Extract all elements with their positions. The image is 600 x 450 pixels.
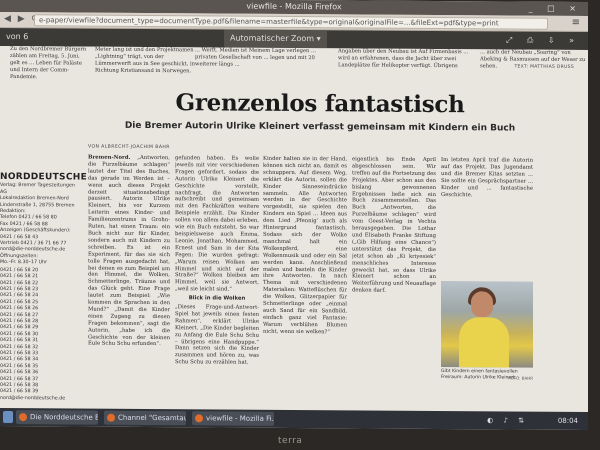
taskbar-item[interactable]: Channel "Gesamtaus..." bbox=[104, 410, 186, 426]
taskbar-item[interactable]: viewfile - Mozilla Fi... bbox=[192, 411, 274, 426]
chevron-down-icon: ▾ bbox=[316, 34, 321, 44]
pdf-page: Zu den Nordbremer Bürgern zählen am Frei… bbox=[0, 45, 588, 415]
hamburger-menu-icon[interactable]: ≡ bbox=[572, 17, 580, 28]
prev-article-col-1: Zu den Nordbremer Bürgern zählen am Frei… bbox=[10, 46, 87, 81]
window-controls[interactable]: _ □ × bbox=[529, 2, 582, 16]
photo-face bbox=[471, 291, 493, 318]
article-byline: VON ALBRECHT-JOACHIM BAHR bbox=[88, 144, 170, 151]
photo-credit: FOTO: BAHR bbox=[508, 375, 533, 381]
monitor-bezel: viewfile - Mozilla Firefox _ □ × ◀ ▶ ⟳ e… bbox=[0, 0, 600, 450]
article-text: gefunden haben. Es wolle jeweils mit vie… bbox=[175, 155, 259, 293]
article-text: „Antworten, die Purzelbäume schlagen“ la… bbox=[88, 154, 170, 348]
article-subheadline: Die Bremer Autorin Ulrike Kleinert verfa… bbox=[124, 120, 516, 134]
taskbar-item[interactable]: Die Norddeutsche B... bbox=[16, 410, 98, 425]
window-title: viewfile - Mozilla Firefox bbox=[246, 1, 342, 12]
article-column-1: Bremen-Nord. „Antworten, die Purzelbäume… bbox=[88, 155, 170, 406]
page-count-label: von 6 bbox=[6, 31, 29, 42]
article-subhead: Blick in die Wolken bbox=[188, 295, 246, 302]
prev-article-col-4: Angaben über den Neubau ist Auf Firmenba… bbox=[338, 48, 469, 70]
photo-caption: Gibt Kindern einen fantasievollen Freira… bbox=[441, 369, 533, 382]
article-headline: Grenzenlos fantastisch bbox=[175, 89, 465, 119]
clock[interactable]: 08:04 bbox=[558, 412, 578, 430]
publisher-line: Mo.–Fr. 8.30–17 Uhr bbox=[0, 260, 48, 266]
author-photo bbox=[441, 281, 533, 368]
screen: viewfile - Mozilla Firefox _ □ × ◀ ▶ ⟳ e… bbox=[0, 0, 588, 431]
start-menu-icon[interactable] bbox=[3, 410, 13, 424]
article-column-2: gefunden haben. Es wolle jeweils mit vie… bbox=[175, 155, 259, 406]
publisher-line: Verlag: Bremer Tageszeitungen AG bbox=[0, 183, 75, 195]
dateline: Bremen-Nord. bbox=[88, 154, 131, 161]
system-tray[interactable]: ◐ ♪ ⇅ bbox=[487, 411, 528, 429]
article-text: „Dieses Frage-und-Antwort-Spiel hat jewe… bbox=[175, 304, 259, 366]
photo-caption-text: Gibt Kindern einen fantasievollen Freira… bbox=[441, 369, 518, 381]
article-column-4: eigentlich bis Ende April abgeschlossen … bbox=[352, 156, 436, 294]
prev-article-col-3: ... Werft. Medien ist Meinem Lage verleg… bbox=[195, 47, 316, 68]
pdf-toolbar-actions[interactable]: ⤢ ⎙ ⇩ » bbox=[506, 31, 580, 50]
prev-article-col-2: Meter lang ist und den Projektnamen „Lig… bbox=[95, 46, 195, 75]
taskbar: Die Norddeutsche B... Channel "Gesamtaus… bbox=[0, 407, 588, 431]
publisher-info-column: NORDDEUTSCHE Verlag: Bremer Tageszeitung… bbox=[0, 171, 88, 415]
publisher-brand: NORDDEUTSCHE bbox=[0, 171, 88, 183]
article-column-3: Kinder halten sie in der Hand, können si… bbox=[263, 155, 347, 335]
prev-article-credit: TEXT: MATTHIAS DRUSS bbox=[514, 64, 574, 70]
zoom-select[interactable]: Automatischer Zoom ▾ bbox=[224, 29, 327, 49]
article-column-5: Im letzten April traf die Autorin auf da… bbox=[441, 157, 533, 198]
photo-body bbox=[459, 317, 509, 368]
zoom-select-label: Automatischer Zoom bbox=[230, 33, 315, 44]
phone-line: nord@die-norddeutsche.de bbox=[0, 395, 66, 402]
monitor-brand-logo: terra bbox=[278, 436, 303, 446]
previous-article-strip: Zu den Nordbremer Bürgern zählen am Frei… bbox=[0, 46, 588, 80]
zoom-control[interactable]: Automatischer Zoom ▾ bbox=[220, 29, 327, 49]
url-field[interactable]: e-paper/viewfile?document_type=documentT… bbox=[34, 14, 548, 30]
